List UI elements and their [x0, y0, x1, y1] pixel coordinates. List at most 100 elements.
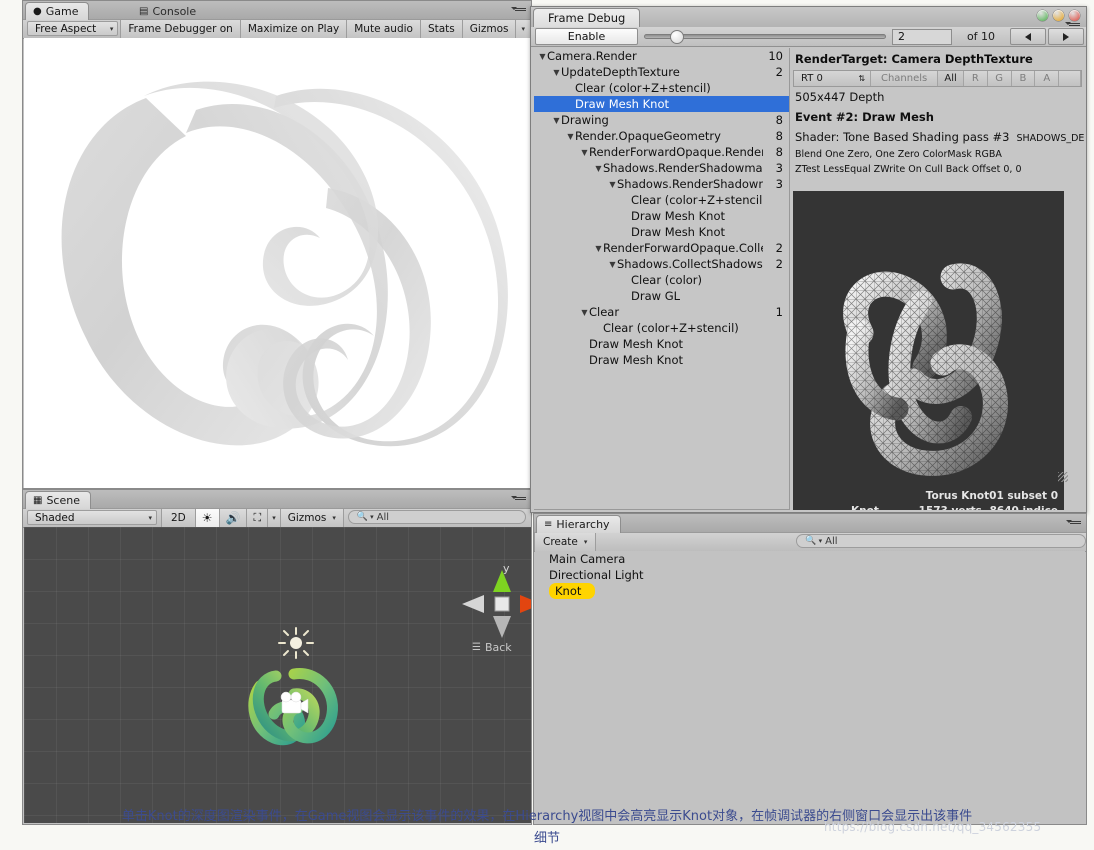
- maximize-on-play-toggle[interactable]: Maximize on Play: [240, 20, 348, 38]
- frame-event-tree[interactable]: ▼ Camera.Render 10 ▼ UpdateDepthTexture 2 Clea…: [534, 48, 790, 510]
- frame-event-row[interactable]: ▼ Camera.Render 10: [534, 48, 789, 64]
- event-index-input[interactable]: 2: [892, 28, 952, 45]
- toggle-2d[interactable]: 2D: [161, 509, 196, 527]
- frame-event-row[interactable]: ▼ Render.OpaqueGeometry 8: [534, 128, 789, 144]
- frame-event-count: 2: [775, 241, 783, 255]
- shader-keyword-text: SHADOWS_DE: [1016, 133, 1084, 144]
- frame-event-row[interactable]: Draw Mesh Knot: [534, 352, 789, 368]
- scene-fx-toggle[interactable]: ⛶: [247, 509, 269, 527]
- gizmos-caret-button[interactable]: ▾: [516, 20, 531, 38]
- game-render-surface[interactable]: [24, 38, 531, 488]
- frame-event-row[interactable]: ▼ Shadows.RenderShadowmap 3: [534, 160, 789, 176]
- scene-gizmos-dropdown[interactable]: Gizmos ▾: [280, 509, 344, 527]
- foldout-triangle-icon[interactable]: ▼: [552, 68, 561, 77]
- foldout-triangle-icon[interactable]: ▼: [608, 180, 617, 189]
- gizmos-label: Gizmos: [469, 23, 509, 35]
- scene-fx-caret[interactable]: ▾: [268, 509, 281, 527]
- search-icon: 🔍: [356, 512, 369, 522]
- scene-orientation-gizmo[interactable]: y x: [454, 564, 531, 644]
- prev-event-button[interactable]: [1010, 28, 1046, 45]
- game-view-panel: ● Game ▤ Console Free Aspect ▾ Frame Deb…: [22, 0, 532, 489]
- tab-game[interactable]: ● Game: [25, 2, 90, 20]
- scene-view-menu-icon[interactable]: [511, 493, 527, 504]
- frame-event-row[interactable]: Draw Mesh Knot: [534, 208, 789, 224]
- tab-scene[interactable]: ▦ Scene: [25, 491, 91, 509]
- channel-b-button[interactable]: B: [1012, 71, 1036, 86]
- tab-hierarchy-label: Hierarchy: [556, 518, 610, 531]
- tab-console[interactable]: ▤ Console: [131, 2, 207, 20]
- create-dropdown[interactable]: Create ▾: [534, 533, 597, 551]
- zoom-button[interactable]: [1053, 10, 1064, 21]
- mute-audio-toggle[interactable]: Mute audio: [347, 20, 421, 38]
- scene-render-surface[interactable]: y x ☰ Back: [24, 527, 531, 823]
- hierarchy-panel: ≡ Hierarchy Create ▾ 🔍 ▾ All Main Camera…: [533, 513, 1087, 825]
- frame-event-row[interactable]: ▼RenderForwardOpaque.CollectSl 2: [534, 240, 789, 256]
- aspect-ratio-dropdown[interactable]: Free Aspect ▾: [27, 21, 119, 36]
- frame-debugger-label: Frame Debugger on: [128, 23, 233, 35]
- foldout-triangle-icon[interactable]: ▼: [608, 260, 617, 269]
- rt-selector-dropdown[interactable]: RT 0 ⇅: [794, 71, 872, 86]
- hierarchy-item[interactable]: Directional Light: [535, 567, 1085, 583]
- hierarchy-item[interactable]: Knot: [535, 583, 1085, 599]
- scene-knot-object[interactable]: [246, 664, 342, 752]
- frame-event-row[interactable]: ▼ Clear 1: [534, 304, 789, 320]
- tab-frame-debug[interactable]: Frame Debug: [533, 8, 641, 28]
- event-slider-knob[interactable]: [670, 29, 684, 44]
- tab-hierarchy[interactable]: ≡ Hierarchy: [536, 515, 621, 533]
- hierarchy-search-input[interactable]: 🔍 ▾ All: [796, 534, 1086, 548]
- frame-event-row[interactable]: Draw Mesh Knot: [534, 336, 789, 352]
- render-target-title: RenderTarget: Camera DepthTexture: [795, 52, 1033, 66]
- hierarchy-list[interactable]: Main Camera Directional Light Knot: [535, 551, 1085, 823]
- frame-event-row[interactable]: Clear (color+Z+stencil): [534, 320, 789, 336]
- scene-view-orientation-label[interactable]: ☰ Back: [472, 641, 512, 654]
- foldout-triangle-icon[interactable]: ▼: [580, 308, 589, 317]
- channel-r-button[interactable]: R: [964, 71, 988, 86]
- arrow-right-icon: [1063, 32, 1069, 41]
- foldout-triangle-icon[interactable]: ▼: [580, 148, 589, 157]
- scene-lighting-toggle[interactable]: ☀: [195, 509, 220, 527]
- foldout-triangle-icon[interactable]: ▼: [594, 164, 603, 173]
- shader-name-text: Shader: Tone Based Shading pass #3: [795, 130, 1010, 144]
- frame-event-count: 8: [775, 145, 783, 159]
- frame-event-row[interactable]: Clear (color+Z+stencil): [534, 192, 789, 208]
- render-target-preview[interactable]: Torus Knot01 subset 0 1573 verts, 8640 i…: [793, 191, 1064, 510]
- scene-audio-toggle[interactable]: 🔊: [219, 509, 248, 527]
- minimize-button[interactable]: [1037, 10, 1048, 21]
- frame-debug-title: Frame Debug: [548, 11, 626, 25]
- channel-a-button[interactable]: A: [1035, 71, 1060, 86]
- frame-event-count: 2: [775, 65, 783, 79]
- directional-light-gizmo[interactable]: [276, 625, 316, 661]
- hierarchy-menu-icon[interactable]: [1066, 517, 1082, 528]
- frame-event-row[interactable]: ▼ Drawing 8: [534, 112, 789, 128]
- frame-event-label: Clear (color): [631, 273, 703, 287]
- gizmos-dropdown[interactable]: Gizmos: [462, 20, 517, 38]
- foldout-triangle-icon[interactable]: ▼: [552, 116, 561, 125]
- frame-event-row[interactable]: Clear (color): [534, 272, 789, 288]
- frame-event-row[interactable]: ▼ Shadows.CollectShadows 2: [534, 256, 789, 272]
- frame-event-row[interactable]: ▼ RenderForwardOpaque.Render 8: [534, 144, 789, 160]
- foldout-triangle-icon[interactable]: ▼: [594, 244, 603, 253]
- channel-overflow[interactable]: [1059, 71, 1082, 86]
- resize-handle[interactable]: [1058, 472, 1068, 482]
- game-view-menu-icon[interactable]: [511, 4, 527, 15]
- hierarchy-item[interactable]: Main Camera: [535, 551, 1085, 567]
- event-slider[interactable]: [644, 28, 886, 45]
- foldout-triangle-icon[interactable]: ▼: [566, 132, 575, 141]
- channel-g-button[interactable]: G: [988, 71, 1012, 86]
- frame-event-row[interactable]: Clear (color+Z+stencil): [534, 80, 789, 96]
- enable-button[interactable]: Enable: [535, 28, 638, 45]
- frame-event-row[interactable]: ▼ UpdateDepthTexture 2: [534, 64, 789, 80]
- channel-all-button[interactable]: All: [938, 71, 964, 86]
- next-event-button[interactable]: [1048, 28, 1084, 45]
- frame-event-row[interactable]: ▼Shadows.RenderShadowmapD 3: [534, 176, 789, 192]
- frame-event-row[interactable]: Draw Mesh Knot: [534, 96, 789, 112]
- foldout-triangle-icon[interactable]: ▼: [538, 52, 547, 61]
- scene-search-input[interactable]: 🔍 ▾ All: [347, 510, 526, 524]
- frame-debugger-toggle[interactable]: Frame Debugger on: [120, 20, 241, 38]
- frame-event-row[interactable]: Draw Mesh Knot: [534, 224, 789, 240]
- channel-g-label: G: [995, 73, 1004, 84]
- frame-event-row[interactable]: Draw GL: [534, 288, 789, 304]
- draw-mode-dropdown[interactable]: Shaded ▾: [27, 510, 157, 525]
- stats-label: Stats: [427, 23, 455, 35]
- stats-toggle[interactable]: Stats: [420, 20, 463, 38]
